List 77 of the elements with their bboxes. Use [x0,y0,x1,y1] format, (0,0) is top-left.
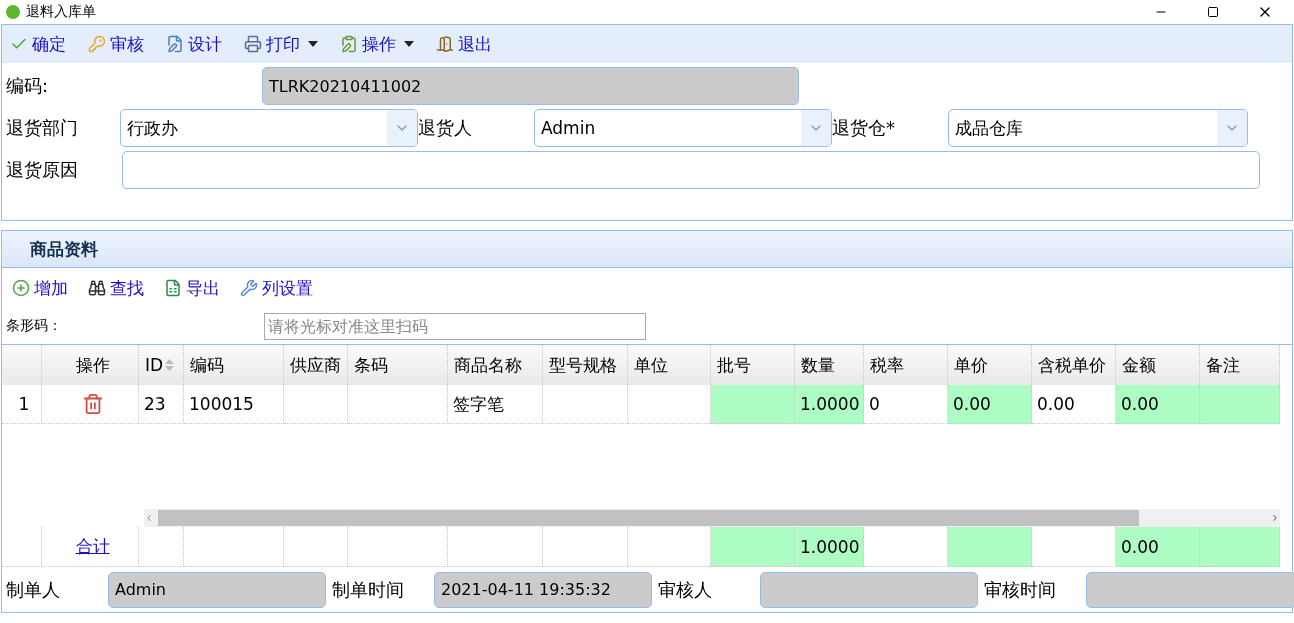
column-header[interactable]: 单位 [628,345,711,385]
column-header[interactable]: 备注 [1200,345,1280,385]
column-header[interactable]: 供应商 [284,345,348,385]
field-label: 制单人 [6,577,61,602]
binoculars-icon [88,279,106,297]
table-cell: 0 [864,385,948,424]
add-icon [12,279,30,297]
toolbar-button[interactable]: 退出 [436,32,492,56]
header-cell [2,345,42,385]
grid-toolbar-button[interactable]: 增加 [12,276,68,300]
field-label: 审核时间 [984,577,1057,602]
footer-cell: 0.00 [1116,527,1200,567]
footer-cell [284,527,348,567]
total-link[interactable]: 合计 [75,535,110,558]
scroll-left-icon[interactable] [144,513,154,523]
column-header[interactable]: 编码 [184,345,284,385]
app-logo-icon [6,5,20,19]
table-cell: 0.00 [1032,385,1116,424]
printer-icon [244,35,262,53]
caret-icon [308,41,318,47]
select-field[interactable]: Admin [534,109,832,147]
code-field: TLRK20210411002 [262,67,799,105]
column-header[interactable]: 批号 [711,345,795,385]
input-field[interactable] [122,151,1260,189]
column-header[interactable]: ID [139,345,184,385]
column-header[interactable]: 税率 [864,345,948,385]
readonly-field: Admin [108,571,326,608]
barcode-input[interactable]: 请将光标对准这里扫码 [264,312,646,340]
field-label: 制单时间 [332,577,405,602]
grid-toolbar-button[interactable]: 导出 [164,276,220,300]
column-header[interactable]: 商品名称 [448,345,543,385]
column-header[interactable]: 单价 [948,345,1032,385]
toolbar-button[interactable]: 审核 [88,32,144,56]
table-cell: 签字笔 [448,385,543,424]
readonly-field: 2021-04-11 19:35:32 [434,571,652,608]
table-cell: 100015 [184,385,284,424]
window-title: 退料入库单 [26,3,97,21]
row-number: 1 [2,385,42,424]
column-header[interactable]: 含税单价 [1032,345,1116,385]
toolbar-button[interactable]: 设计 [166,32,222,56]
field-label: 退货部门 [6,116,79,140]
column-header[interactable]: 操作 [42,345,139,385]
horizontal-scrollbar[interactable] [144,509,1280,527]
clipboard-edit-icon [340,35,358,53]
wrench-icon [240,279,258,297]
section-header: 商品资料 [2,231,1292,268]
scroll-right-icon[interactable] [1270,513,1280,523]
column-header[interactable]: 数量 [795,345,864,385]
table-cell: 23 [139,385,184,424]
field-label: 退货仓* [832,116,896,140]
select-field[interactable]: 成品仓库 [948,109,1248,147]
column-header[interactable]: 金额 [1116,345,1200,385]
delete-icon[interactable] [81,393,104,415]
grid-toolbar-button[interactable]: 查找 [88,276,144,300]
table-cell: 1.0000 [795,385,864,424]
barcode-label: 条形码： [6,317,63,335]
spreadsheet-icon [164,279,182,297]
caret-icon [404,41,414,47]
column-header[interactable]: 条码 [348,345,448,385]
field-label: 退货原因 [6,158,79,182]
door-icon [436,35,454,53]
toolbar-button[interactable]: 打印 [244,32,318,56]
form-edit-icon [166,35,184,53]
table-cell: 0.00 [948,385,1032,424]
maximize-icon [1207,6,1219,18]
sort-icon [165,359,175,371]
toolbar-button[interactable]: 确定 [10,32,66,56]
toolbar-button[interactable]: 操作 [340,32,414,56]
column-header[interactable]: 型号规格 [543,345,628,385]
footer-cell: 1.0000 [795,527,864,567]
table-cell: 0.00 [1116,385,1200,424]
select-field[interactable]: 行政办 [120,109,418,147]
field-label: 退货人 [418,116,473,140]
grid-toolbar-button[interactable]: 列设置 [240,276,313,300]
field-label: 编码: [6,74,50,98]
key-icon [88,35,106,53]
field-label: 审核人 [658,577,713,602]
